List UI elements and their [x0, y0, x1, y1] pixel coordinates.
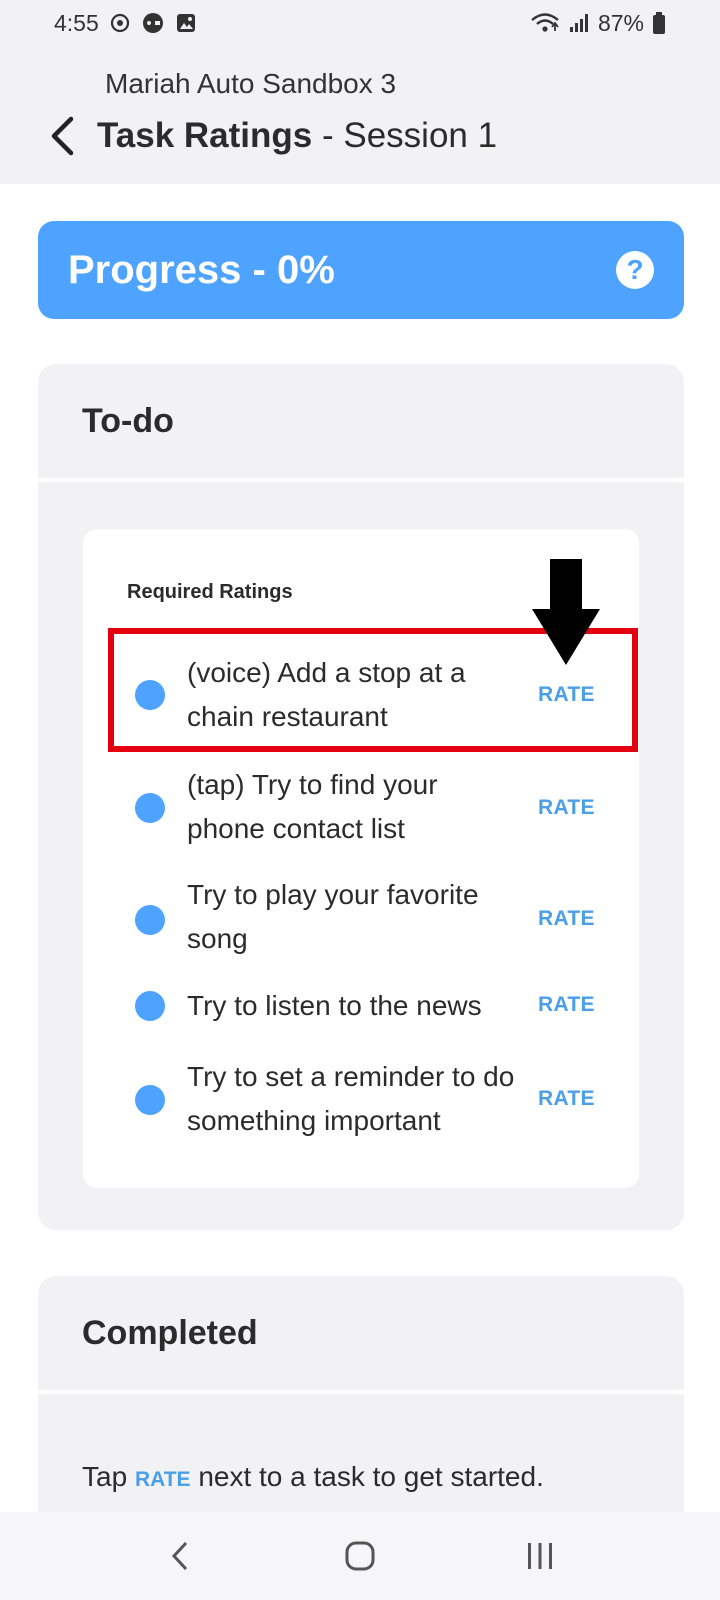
task-status-dot [135, 905, 165, 935]
progress-banner: Progress - 0% ? [38, 221, 684, 319]
nav-back-icon [171, 1541, 188, 1571]
task-text: (tap) Try to find your phone contact lis… [187, 769, 438, 844]
chevron-left-icon [51, 116, 74, 156]
battery-percent: 87% [597, 9, 644, 36]
required-ratings-label: Required Ratings [127, 581, 293, 603]
task-status-dot [135, 991, 165, 1021]
task-text: Try to set a reminder to do something im… [187, 1061, 515, 1136]
task-text: Try to listen to the news [187, 990, 482, 1021]
todo-heading: To-do [38, 364, 684, 482]
hint-prefix: Tap [82, 1461, 135, 1492]
app-name: Mariah Auto Sandbox 3 [105, 68, 397, 99]
status-bar: 4:55 87% [0, 0, 720, 46]
page-title: Task Ratings - Session 1 [97, 116, 497, 156]
system-nav-bar [0, 1512, 720, 1600]
signal-icon [568, 12, 590, 34]
task-row[interactable]: Try to set a reminder to do something im… [83, 1033, 639, 1149]
wifi-icon [530, 11, 560, 35]
rate-button[interactable]: RATE [538, 993, 595, 1017]
page-title-session: - Session 1 [312, 116, 498, 155]
page-title-main: Task Ratings [97, 116, 313, 155]
nav-recents-button[interactable] [510, 1526, 570, 1586]
task-status-dot [135, 793, 165, 823]
hint-suffix: next to a task to get started. [190, 1461, 544, 1492]
completed-heading: Completed [38, 1276, 684, 1394]
progress-label: Progress - 0% [68, 247, 335, 292]
task-row[interactable]: (tap) Try to find your phone contact lis… [83, 753, 639, 863]
task-status-dot [135, 1085, 165, 1115]
completed-hint: Tap RATE next to a task to get started. [82, 1461, 544, 1493]
sync-icon [109, 12, 131, 34]
rate-button[interactable]: RATE [538, 1087, 595, 1111]
nav-back-button[interactable] [150, 1526, 210, 1586]
game-icon [141, 12, 165, 34]
hint-rate-label: RATE [134, 1468, 191, 1491]
task-status-dot [135, 680, 165, 710]
task-row[interactable]: Try to play your favorite song RATE [83, 863, 639, 977]
arrow-down-icon [532, 559, 600, 665]
help-icon[interactable]: ? [616, 251, 654, 289]
battery-icon [652, 11, 666, 35]
back-button[interactable] [42, 114, 82, 158]
status-time: 4:55 [54, 9, 99, 36]
app-header: Mariah Auto Sandbox 3 Task Ratings - Ses… [0, 46, 720, 184]
todo-section: To-do Required Ratings (voice) Add a sto… [38, 364, 684, 1230]
nav-home-button[interactable] [330, 1526, 390, 1586]
task-text: Try to play your favorite song [187, 879, 479, 954]
task-text: (voice) Add a stop at a chain restaurant [187, 657, 466, 732]
nav-recents-icon [528, 1543, 552, 1569]
rate-button[interactable]: RATE [538, 907, 595, 931]
image-icon [175, 12, 197, 34]
rate-button[interactable]: RATE [538, 683, 595, 707]
nav-home-icon [345, 1541, 375, 1571]
rate-button[interactable]: RATE [538, 796, 595, 820]
